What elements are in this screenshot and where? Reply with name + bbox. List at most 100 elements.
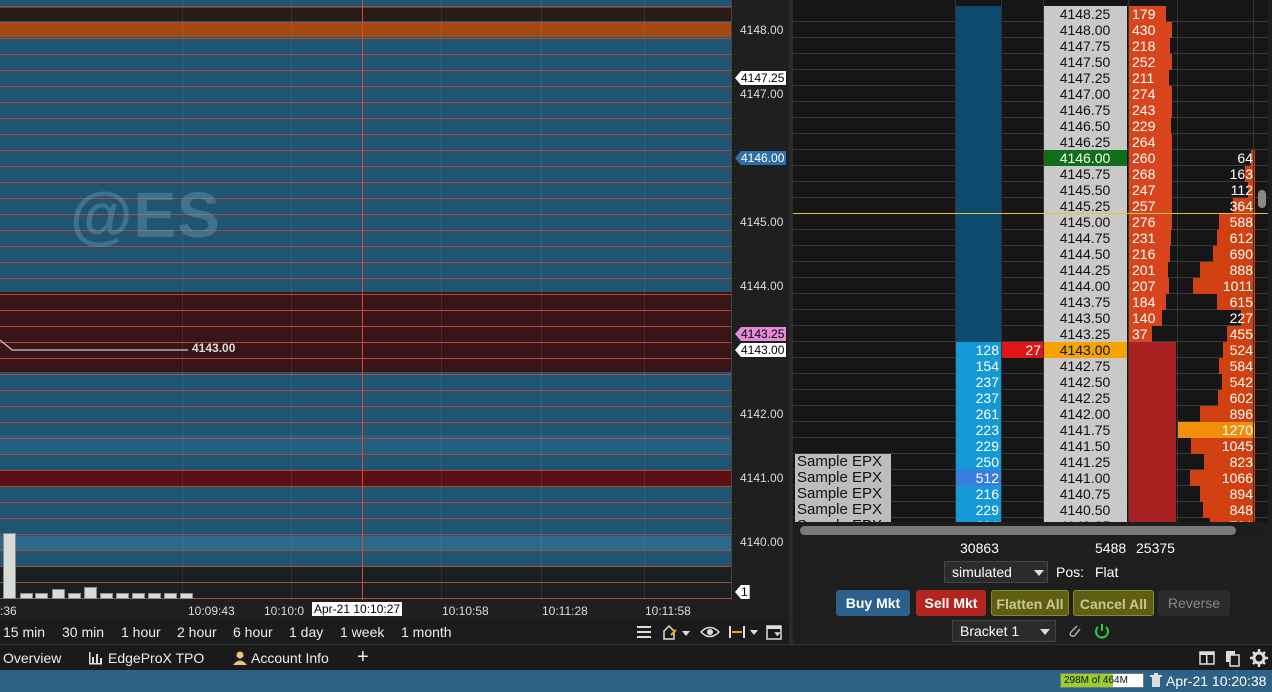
ladder-row[interactable]: 250 4141.25 823 Sample EPX bbox=[793, 454, 1268, 470]
gear-icon[interactable] bbox=[1250, 649, 1268, 667]
ask-cell[interactable]: 247 bbox=[1128, 182, 1172, 198]
bid-cell[interactable] bbox=[955, 278, 1001, 294]
ladder-vertical-scroll[interactable] bbox=[1258, 190, 1266, 208]
ask-cell[interactable]: 231 bbox=[1128, 230, 1172, 246]
ladder-row[interactable]: 4144.00 207 1011 bbox=[793, 278, 1268, 294]
ask-cell[interactable] bbox=[1128, 422, 1176, 438]
ask-cell[interactable]: 260 bbox=[1128, 150, 1172, 166]
price-cell[interactable]: 4146.00 bbox=[1043, 150, 1127, 166]
ladder-row[interactable]: 4145.75 268 163 bbox=[793, 166, 1268, 182]
chart-type-icon[interactable] bbox=[662, 623, 692, 641]
bid-cell[interactable] bbox=[955, 86, 1001, 102]
working-order-label[interactable]: Sample EPX bbox=[795, 454, 891, 470]
bid-cell[interactable] bbox=[955, 38, 1001, 54]
bid-cell[interactable] bbox=[955, 6, 1001, 22]
price-cell[interactable]: 4140.75 bbox=[1043, 486, 1127, 502]
ask-cell[interactable]: 216 bbox=[1128, 246, 1170, 262]
power-icon[interactable] bbox=[1093, 622, 1111, 640]
ladder-row[interactable]: 4145.50 247 112 bbox=[793, 182, 1268, 198]
ask-cell[interactable]: 184 bbox=[1128, 294, 1167, 310]
ask-cell[interactable]: 218 bbox=[1128, 38, 1170, 54]
trash-icon[interactable] bbox=[1149, 673, 1163, 688]
timeframe-2hour[interactable]: 2 hour bbox=[177, 624, 217, 640]
price-cell[interactable]: 4141.50 bbox=[1043, 438, 1127, 454]
ask-cell[interactable]: 201 bbox=[1128, 262, 1169, 278]
ask-cell[interactable]: 140 bbox=[1128, 310, 1162, 326]
bid-cell[interactable] bbox=[955, 134, 1001, 150]
ladder-row[interactable]: 4146.00 260 64 bbox=[793, 150, 1268, 166]
price-cell[interactable]: 4147.00 bbox=[1043, 86, 1127, 102]
bid-cell[interactable] bbox=[955, 182, 1001, 198]
memory-meter[interactable]: 298M of 464M bbox=[1060, 673, 1144, 688]
layout-icon[interactable] bbox=[1199, 650, 1215, 666]
attach-icon[interactable] bbox=[1066, 622, 1082, 640]
price-cell[interactable]: 4146.50 bbox=[1043, 118, 1127, 134]
ask-cell[interactable]: 243 bbox=[1128, 102, 1172, 118]
ladder-row[interactable]: 4143.50 140 227 bbox=[793, 310, 1268, 326]
ask-cell[interactable]: 276 bbox=[1128, 214, 1172, 230]
price-cell[interactable]: 4141.00 bbox=[1043, 470, 1127, 486]
ladder-row[interactable]: 4144.25 201 888 bbox=[793, 262, 1268, 278]
scroll-thumb[interactable] bbox=[800, 526, 1236, 535]
timeframe-1week[interactable]: 1 week bbox=[340, 624, 384, 640]
ask-cell[interactable]: 252 bbox=[1128, 54, 1172, 70]
buy-market-button[interactable]: Buy Mkt bbox=[836, 590, 910, 616]
ask-cell[interactable]: 229 bbox=[1128, 118, 1171, 134]
bid-cell[interactable] bbox=[955, 54, 1001, 70]
ladder-row[interactable]: 216 4140.75 894 Sample EPX bbox=[793, 486, 1268, 502]
price-cell[interactable]: 4146.25 bbox=[1043, 134, 1127, 150]
calendar-icon[interactable] bbox=[765, 623, 787, 641]
ladder-row[interactable]: 261 4142.00 896 bbox=[793, 406, 1268, 422]
ask-cell[interactable]: 179 bbox=[1128, 6, 1166, 22]
price-cell[interactable]: 4147.25 bbox=[1043, 70, 1127, 86]
bid-cell[interactable]: 261 bbox=[955, 406, 1001, 422]
list-icon[interactable] bbox=[636, 624, 652, 640]
ladder-row[interactable]: 4147.75 218 bbox=[793, 38, 1268, 54]
bracket-select[interactable]: Bracket 1 bbox=[952, 620, 1056, 642]
ask-cell[interactable] bbox=[1128, 438, 1176, 454]
add-tab-button[interactable]: + bbox=[357, 646, 369, 669]
ladder-row[interactable]: 237 4142.50 542 bbox=[793, 374, 1268, 390]
ask-cell[interactable]: 211 bbox=[1128, 70, 1170, 86]
time-axis[interactable]: :36 10:09:43 10:10:0 Apr-21 10:10:27 10:… bbox=[0, 600, 731, 620]
price-cell[interactable]: 4142.75 bbox=[1043, 358, 1127, 374]
bid-cell[interactable]: 229 bbox=[955, 502, 1001, 518]
ask-cell[interactable]: 264 bbox=[1128, 134, 1172, 150]
ladder-row[interactable]: 237 4142.25 602 bbox=[793, 390, 1268, 406]
ask-cell[interactable] bbox=[1128, 342, 1176, 358]
ladder-row[interactable]: 4144.50 216 690 bbox=[793, 246, 1268, 262]
bid-cell[interactable] bbox=[955, 294, 1001, 310]
bid-cell[interactable]: 154 bbox=[955, 358, 1001, 374]
timeframe-30min[interactable]: 30 min bbox=[62, 624, 104, 640]
ask-cell[interactable]: 207 bbox=[1128, 278, 1169, 294]
copy-icon[interactable] bbox=[1224, 649, 1242, 667]
eye-icon[interactable] bbox=[700, 625, 720, 639]
bid-cell[interactable] bbox=[955, 246, 1001, 262]
bid-cell[interactable] bbox=[955, 326, 1001, 342]
ladder-row[interactable]: 4146.25 264 bbox=[793, 134, 1268, 150]
ask-cell[interactable]: 268 bbox=[1128, 166, 1172, 182]
ladder-row[interactable]: 154 4142.75 584 bbox=[793, 358, 1268, 374]
bid-cell[interactable] bbox=[955, 150, 1001, 166]
bid-cell[interactable]: 512 bbox=[955, 470, 1001, 486]
cancel-all-button[interactable]: Cancel All bbox=[1073, 590, 1154, 616]
ladder-row[interactable]: 4143.25 37 455 bbox=[793, 326, 1268, 342]
bid-cell[interactable] bbox=[955, 70, 1001, 86]
ask-cell[interactable]: 274 bbox=[1128, 86, 1172, 102]
timeframe-15min[interactable]: 15 min bbox=[3, 624, 45, 640]
ask-cell[interactable] bbox=[1128, 470, 1176, 486]
flatten-all-button[interactable]: Flatten All bbox=[991, 590, 1069, 616]
price-cell[interactable]: 4143.75 bbox=[1043, 294, 1127, 310]
ladder-row[interactable]: 4147.50 252 bbox=[793, 54, 1268, 70]
tab-edgeprox-tpo[interactable]: EdgeProX TPO bbox=[108, 650, 204, 666]
ask-cell[interactable]: 430 bbox=[1128, 22, 1172, 38]
ladder-row[interactable]: 4147.00 274 bbox=[793, 86, 1268, 102]
bid-cell[interactable] bbox=[955, 310, 1001, 326]
reverse-button[interactable]: Reverse bbox=[1158, 590, 1230, 616]
price-cell[interactable]: 4145.25 bbox=[1043, 198, 1127, 214]
price-cell[interactable]: 4147.75 bbox=[1043, 38, 1127, 54]
bid-cell[interactable] bbox=[955, 214, 1001, 230]
price-cell[interactable]: 4143.00 bbox=[1043, 342, 1127, 358]
price-cell[interactable]: 4144.50 bbox=[1043, 246, 1127, 262]
price-cell[interactable]: 4145.75 bbox=[1043, 166, 1127, 182]
